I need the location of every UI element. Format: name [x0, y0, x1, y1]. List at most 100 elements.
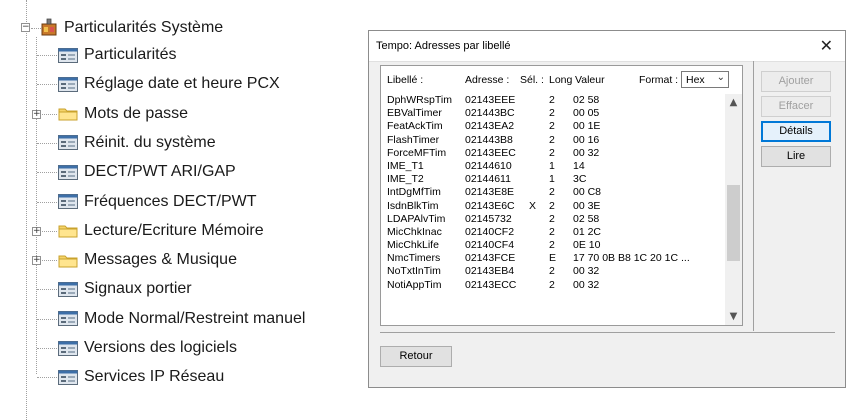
- tree-item-label: Réinit. du système: [84, 133, 216, 151]
- list-item[interactable]: LDAPAlvTim 02145732 2 02 58: [385, 213, 725, 226]
- list-item[interactable]: IsdnBlkTim 02143E6C X 2 00 3E: [385, 200, 725, 213]
- row-libelle: IME_T2: [387, 173, 424, 186]
- tree-item[interactable]: Réglage date et heure PCX: [58, 71, 280, 97]
- list-item[interactable]: FeatAckTim 02143EA2 2 00 1E: [385, 120, 725, 133]
- tree-item[interactable]: Versions des logiciels: [58, 335, 237, 361]
- tree-item[interactable]: Services IP Réseau: [58, 364, 224, 390]
- settings-page-icon: [58, 311, 78, 327]
- retour-button[interactable]: Retour: [380, 346, 452, 367]
- row-libelle: FlashTimer: [387, 133, 440, 146]
- row-libelle: IME_T1: [387, 159, 424, 172]
- tree-item[interactable]: Lecture/Ecriture Mémoire: [58, 218, 264, 244]
- list-item[interactable]: IME_T1 02144610 1 14: [385, 160, 725, 173]
- list-item[interactable]: ForceMFTim 02143EEC 2 00 32: [385, 147, 725, 160]
- tree-connector: [37, 318, 57, 320]
- lire-button[interactable]: Lire: [761, 146, 831, 167]
- row-adresse: 021443BC: [465, 107, 515, 120]
- tree-item[interactable]: Signaux portier: [58, 276, 192, 302]
- vertical-scrollbar[interactable]: ▲ ▼: [725, 94, 742, 325]
- column-header-libelle: Libellé :: [387, 74, 424, 86]
- folder-icon: [58, 253, 78, 268]
- row-libelle: MicChkInac: [387, 225, 442, 238]
- row-libelle: ForceMFTim: [387, 146, 447, 159]
- list-item[interactable]: MicChkInac 02140CF2 2 01 2C: [385, 226, 725, 239]
- row-adresse: 02145732: [465, 212, 512, 225]
- list-item[interactable]: MicChkLife 02140CF4 2 0E 10: [385, 239, 725, 252]
- scroll-down-icon[interactable]: ▼: [725, 308, 742, 325]
- collapse-toggle[interactable]: −: [21, 23, 30, 32]
- row-long: 2: [549, 186, 555, 199]
- list-item[interactable]: DphWRspTim 02143EEE 2 02 58: [385, 94, 725, 107]
- tree-item[interactable]: Mode Normal/Restreint manuel: [58, 306, 305, 332]
- list-item[interactable]: NotiAppTim 02143ECC 2 00 32: [385, 279, 725, 292]
- list-rows: DphWRspTim 02143EEE 2 02 58 EBValTimer 021443…: [385, 94, 725, 292]
- scroll-thumb[interactable]: [727, 185, 740, 261]
- row-valeur: 01 2C: [573, 225, 602, 238]
- row-long: 2: [549, 107, 555, 120]
- tree-connector: [37, 348, 57, 349]
- tree-connector: [37, 55, 57, 56]
- tree-item[interactable]: Fréquences DECT/PWT: [58, 189, 256, 215]
- expand-toggle[interactable]: +: [32, 256, 41, 266]
- tree-connector: [37, 289, 57, 291]
- tree-item-label: Lecture/Ecriture Mémoire: [84, 221, 264, 239]
- list-item[interactable]: EBValTimer 021443BC 2 00 05: [385, 107, 725, 120]
- row-libelle: NoTxtInTim: [387, 265, 441, 278]
- row-libelle: NotiAppTim: [387, 278, 442, 291]
- tree-item-label: Services IP Réseau: [84, 368, 225, 386]
- row-adresse: 02143EEC: [465, 146, 516, 159]
- tree-root[interactable]: Particularités Système: [40, 15, 223, 41]
- tree-connector: [37, 142, 57, 144]
- row-libelle: FeatAckTim: [387, 120, 443, 133]
- row-valeur: 02 58: [573, 212, 600, 225]
- tree-item[interactable]: Particularités: [58, 42, 176, 68]
- divider: [753, 61, 754, 331]
- row-libelle: NmcTimers: [387, 252, 441, 265]
- list-item[interactable]: FlashTimer 021443B8 2 00 16: [385, 134, 725, 147]
- row-long: 2: [549, 133, 555, 146]
- row-valeur: 00 1E: [573, 120, 601, 133]
- tree-item[interactable]: Réinit. du système: [58, 130, 216, 156]
- close-icon[interactable]: ✕: [820, 36, 833, 55]
- list-item[interactable]: NmcTimers 02143FCE E 17 70 0B B8 1C 20 1C .…: [385, 252, 725, 265]
- row-valeur: 14: [573, 159, 585, 172]
- folder-icon: [58, 106, 78, 121]
- tree-item[interactable]: Messages & Musique: [58, 247, 237, 273]
- row-sel: X: [529, 199, 537, 212]
- effacer-button[interactable]: Effacer: [761, 96, 831, 117]
- row-valeur: 00 32: [573, 146, 600, 159]
- column-header-long: Long: [549, 74, 573, 86]
- expand-toggle[interactable]: +: [32, 226, 41, 236]
- settings-page-icon: [58, 76, 78, 92]
- settings-page-icon: [58, 164, 78, 180]
- ajouter-button[interactable]: Ajouter: [761, 71, 831, 92]
- settings-page-icon: [58, 135, 78, 151]
- row-long: 2: [549, 265, 555, 278]
- tree-connector: [37, 172, 57, 174]
- row-valeur: 0E 10: [573, 239, 601, 252]
- details-button[interactable]: Détails: [761, 121, 831, 142]
- addresses-dialog: Tempo: Adresses par libellé ✕ Libellé : …: [368, 30, 846, 388]
- row-adresse: 02143ECC: [465, 278, 517, 291]
- dialog-titlebar[interactable]: Tempo: Adresses par libellé ✕: [369, 31, 845, 62]
- row-long: 2: [549, 94, 555, 106]
- expand-toggle[interactable]: +: [32, 109, 41, 119]
- tree-item-label: Mots de passe: [84, 104, 189, 122]
- settings-page-icon: [58, 194, 78, 209]
- tree-item-label: Mode Normal/Restreint manuel: [84, 309, 306, 327]
- row-valeur: 00 05: [573, 107, 600, 120]
- list-item[interactable]: IntDgMfTim 02143E8E 2 00 C8: [385, 186, 725, 199]
- column-header-sel: Sél. :: [520, 74, 544, 86]
- tree-item[interactable]: DECT/PWT ARI/GAP: [58, 159, 236, 185]
- tree-item[interactable]: Mots de passe: [58, 101, 188, 127]
- format-select[interactable]: Hex ⌄: [681, 71, 729, 88]
- list-item[interactable]: NoTxtInTim 02143EB4 2 00 32: [385, 265, 725, 278]
- row-long: 2: [549, 225, 555, 238]
- format-label: Format :: [639, 74, 679, 86]
- row-valeur: 00 3E: [573, 199, 601, 212]
- row-adresse: 02144611: [465, 173, 511, 186]
- row-libelle: IntDgMfTim: [387, 186, 441, 199]
- list-item[interactable]: IME_T2 02144611 1 3C: [385, 173, 725, 186]
- scroll-up-icon[interactable]: ▲: [725, 94, 742, 111]
- row-valeur: 17 70 0B B8 1C 20 1C ...: [573, 252, 690, 265]
